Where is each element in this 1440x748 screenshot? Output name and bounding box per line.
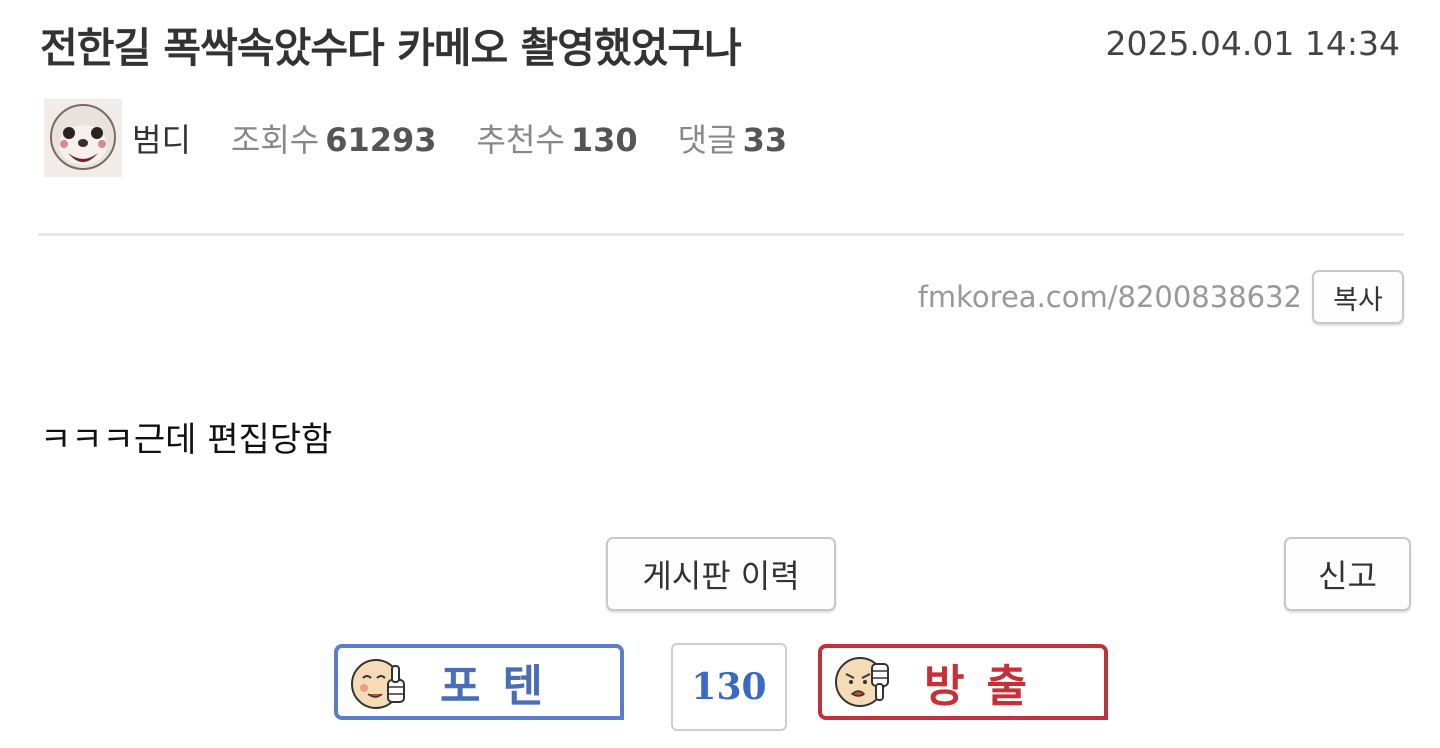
recommend-count-label: 추천수 bbox=[476, 121, 565, 159]
author-avatar[interactable] bbox=[44, 99, 122, 177]
comment-count-label: 댓글 bbox=[677, 121, 737, 159]
post-date: 2025.04.01 14:34 bbox=[1105, 24, 1400, 63]
upvote-button[interactable]: 포텐 bbox=[334, 644, 624, 720]
post-meta: 범디 조회수 61293 추천수 130 댓글 33 bbox=[44, 98, 827, 178]
comment-count[interactable]: 댓글 33 bbox=[678, 115, 787, 161]
recommend-count: 추천수 130 bbox=[477, 115, 638, 161]
post-content: ㅋㅋㅋ근데 편집당함 bbox=[40, 420, 333, 460]
board-history-button[interactable]: 게시판 이력 bbox=[606, 537, 836, 611]
comment-count-value: 33 bbox=[742, 121, 788, 159]
header-divider bbox=[38, 233, 1404, 236]
upvote-label: 포텐 bbox=[440, 661, 565, 712]
recommend-count-value: 130 bbox=[570, 121, 638, 159]
post-url-row: fmkorea.com/8200838632 복사 bbox=[918, 270, 1404, 324]
view-count-value: 61293 bbox=[325, 121, 437, 159]
author-name[interactable]: 범디 bbox=[132, 115, 191, 161]
view-count: 조회수 61293 bbox=[231, 115, 437, 161]
downvote-button[interactable]: 방출 bbox=[818, 644, 1108, 720]
vote-count: 130 bbox=[671, 643, 787, 731]
downvote-label: 방출 bbox=[924, 661, 1049, 712]
report-button[interactable]: 신고 bbox=[1284, 537, 1411, 611]
thumbs-down-face-icon bbox=[835, 657, 889, 707]
view-count-label: 조회수 bbox=[230, 121, 320, 159]
post-title: 전한길 폭싹속았수다 카메오 촬영했었구나 bbox=[40, 24, 742, 72]
post-url[interactable]: fmkorea.com/8200838632 bbox=[918, 280, 1302, 314]
copy-url-button[interactable]: 복사 bbox=[1312, 270, 1404, 324]
thumbs-up-face-icon bbox=[351, 659, 405, 709]
